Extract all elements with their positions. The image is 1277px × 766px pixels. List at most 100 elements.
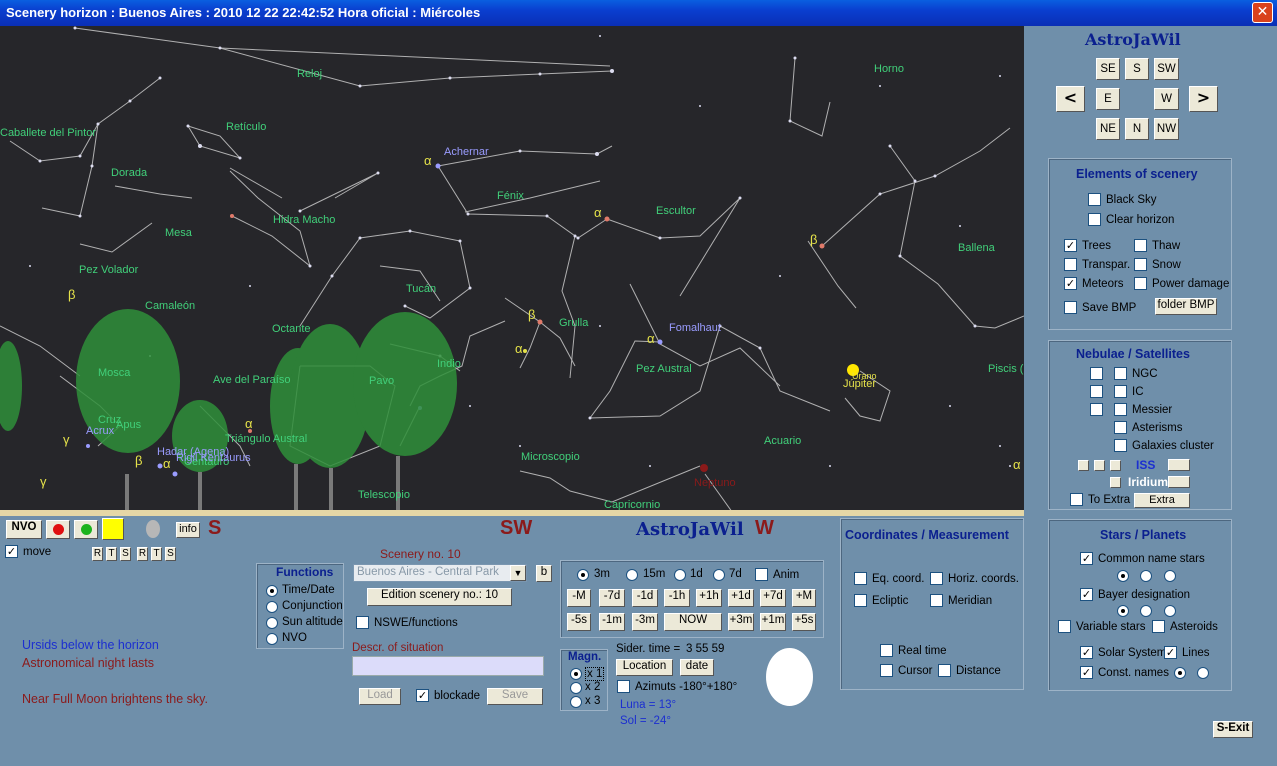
nav-s-button[interactable]: S — [1125, 58, 1149, 80]
time-step-button[interactable]: +1m — [760, 613, 786, 631]
green-button[interactable] — [74, 520, 98, 539]
iridium-option[interactable] — [1110, 477, 1121, 488]
nvo-button[interactable]: NVO — [6, 520, 42, 539]
thaw-checkbox[interactable]: Thaw — [1134, 239, 1180, 252]
common-radio-1[interactable] — [1117, 570, 1129, 582]
time-step-button[interactable]: -5s — [567, 613, 591, 631]
nav-next-button[interactable]: > — [1189, 86, 1218, 112]
iss-option-a[interactable] — [1078, 460, 1089, 471]
ic-left-checkbox[interactable] — [1090, 385, 1108, 398]
now-button[interactable]: NOW — [664, 613, 722, 631]
function-radio[interactable] — [266, 617, 278, 629]
const-radio-2[interactable] — [1197, 667, 1209, 679]
const-radio-1[interactable] — [1174, 667, 1186, 679]
magn-radio[interactable] — [570, 668, 582, 680]
direction-left[interactable]: SW — [500, 517, 532, 540]
messier-checkbox[interactable]: Messier — [1114, 403, 1172, 416]
meridian-checkbox[interactable]: Meridian — [930, 594, 992, 607]
function-radio[interactable] — [266, 601, 278, 613]
time-step-button[interactable]: -M — [567, 589, 591, 607]
black-sky-checkbox[interactable]: Black Sky — [1088, 193, 1157, 206]
time-step-button[interactable]: +3m — [728, 613, 754, 631]
realtime-checkbox[interactable]: Real time — [880, 644, 947, 657]
extra-button[interactable]: Extra — [1134, 493, 1190, 508]
rise-button[interactable]: R — [137, 547, 148, 561]
nav-prev-button[interactable]: < — [1056, 86, 1085, 112]
edit-scenery-button[interactable]: Edition scenery no.: 10 — [367, 588, 512, 606]
info-button[interactable]: info — [176, 522, 200, 538]
ngc-checkbox[interactable]: NGC — [1114, 367, 1158, 380]
snow-checkbox[interactable]: Snow — [1134, 258, 1181, 271]
transit-button[interactable]: T — [106, 547, 117, 561]
step-radio[interactable] — [626, 569, 638, 581]
nav-nw-button[interactable]: NW — [1154, 118, 1179, 140]
variable-stars-checkbox[interactable]: Variable stars — [1058, 620, 1145, 633]
close-button[interactable]: ✕ — [1252, 2, 1273, 23]
ecliptic-checkbox[interactable]: Ecliptic — [854, 594, 908, 607]
cursor-checkbox[interactable]: Cursor — [880, 664, 933, 677]
time-step-button[interactable]: -1d — [632, 589, 658, 607]
time-step-button[interactable]: +1d — [728, 589, 754, 607]
power-damage-checkbox[interactable]: Power damage — [1134, 277, 1229, 290]
iss-option-c[interactable] — [1110, 460, 1121, 471]
distance-checkbox[interactable]: Distance — [938, 664, 1001, 677]
bayer-checkbox[interactable]: ✓ Bayer designation — [1080, 588, 1190, 601]
bayer-radio-1[interactable] — [1117, 605, 1129, 617]
time-step-button[interactable]: +M — [792, 589, 816, 607]
direction-right[interactable]: W — [755, 517, 774, 540]
save-button[interactable]: Save — [487, 688, 543, 705]
common-name-checkbox[interactable]: ✓ Common name stars — [1080, 552, 1205, 565]
meteors-checkbox[interactable]: ✓ Meteors — [1064, 277, 1124, 290]
trees-checkbox[interactable]: ✓ Trees — [1064, 239, 1111, 252]
folder-bmp-button[interactable]: folder BMP — [1155, 298, 1217, 315]
lines-checkbox[interactable]: ✓ Lines — [1164, 646, 1210, 659]
iss-option-b[interactable] — [1094, 460, 1105, 471]
ic-checkbox[interactable]: IC — [1114, 385, 1144, 398]
solar-system-checkbox[interactable]: ✓ Solar System — [1080, 646, 1166, 659]
ngc-left-checkbox[interactable] — [1090, 367, 1108, 380]
nav-ne-button[interactable]: NE — [1096, 118, 1120, 140]
function-radio[interactable] — [266, 633, 278, 645]
common-radio-2[interactable] — [1140, 570, 1152, 582]
asterisms-checkbox[interactable]: Asterisms — [1114, 421, 1182, 434]
nswe-checkbox[interactable]: NSWE/functions — [356, 616, 458, 629]
step-radio[interactable] — [577, 569, 589, 581]
magn-radio[interactable] — [570, 696, 582, 708]
set-button[interactable]: S — [165, 547, 176, 561]
descr-input[interactable] — [352, 656, 544, 676]
time-step-button[interactable]: -1m — [599, 613, 625, 631]
time-step-button[interactable]: -1h — [664, 589, 690, 607]
chevron-down-icon[interactable]: ▼ — [510, 565, 526, 581]
save-bmp-checkbox[interactable]: Save BMP — [1064, 301, 1136, 314]
scenery-select[interactable]: Buenos Aires - Central Park — [353, 564, 527, 582]
nav-n-button[interactable]: N — [1125, 118, 1149, 140]
location-button[interactable]: Location — [616, 659, 673, 676]
rise-button[interactable]: R — [92, 547, 103, 561]
red-button[interactable] — [46, 520, 70, 539]
move-checkbox[interactable]: ✓ move — [5, 545, 51, 558]
step-radio[interactable] — [674, 569, 686, 581]
time-step-button[interactable]: -7d — [599, 589, 625, 607]
messier-left-checkbox[interactable] — [1090, 403, 1108, 416]
time-step-button[interactable]: -3m — [632, 613, 658, 631]
time-step-button[interactable]: +7d — [760, 589, 786, 607]
yellow-button[interactable] — [102, 518, 124, 540]
b-button[interactable]: b — [536, 565, 552, 582]
time-step-button[interactable]: +1h — [696, 589, 722, 607]
time-step-button[interactable]: +5s — [792, 613, 816, 631]
magn-radio[interactable] — [570, 682, 582, 694]
eq-coord-checkbox[interactable]: Eq. coord. — [854, 572, 924, 585]
function-radio[interactable] — [266, 585, 278, 597]
galaxies-checkbox[interactable]: Galaxies cluster — [1114, 439, 1214, 452]
common-radio-3[interactable] — [1164, 570, 1176, 582]
transit-button[interactable]: T — [151, 547, 162, 561]
nav-w-button[interactable]: W — [1154, 88, 1179, 110]
blockade-checkbox[interactable]: ✓ blockade — [416, 689, 480, 702]
horiz-coords-checkbox[interactable]: Horiz. coords. — [930, 572, 1019, 585]
set-button[interactable]: S — [120, 547, 131, 561]
const-names-checkbox[interactable]: ✓ Const. names — [1080, 666, 1169, 679]
azimuts-checkbox[interactable]: Azimuts -180°+180° — [617, 680, 737, 693]
anim-checkbox[interactable]: Anim — [755, 568, 799, 581]
exit-button[interactable]: S-Exit — [1213, 721, 1253, 738]
nav-se-button[interactable]: SE — [1096, 58, 1120, 80]
